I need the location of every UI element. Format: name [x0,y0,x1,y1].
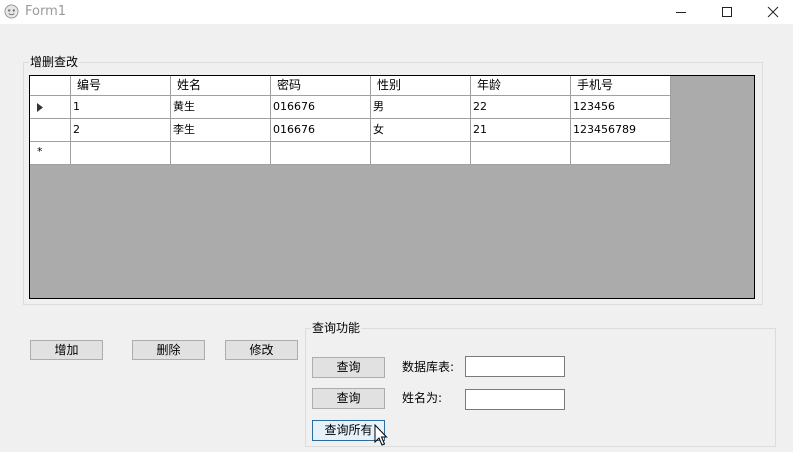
row-header-new[interactable]: * [30,142,71,165]
grid-cell-new[interactable] [271,142,371,165]
grid-cell[interactable]: 女 [371,119,471,142]
crud-group-legend: 增删查改 [29,55,80,69]
grid-cell-new[interactable] [71,142,171,165]
query-group-legend: 查询功能 [311,321,362,335]
minimize-button[interactable] [658,0,704,24]
grid-cell[interactable]: 男 [371,96,471,119]
grid-cell[interactable]: 李生 [171,119,271,142]
name-label: 姓名为: [402,391,443,405]
grid-cell[interactable]: 1 [71,96,171,119]
grid-cell[interactable]: 016676 [271,119,371,142]
grid-cell-new[interactable] [171,142,271,165]
grid-column-header[interactable]: 性别 [371,76,471,96]
delete-button[interactable]: 删除 [132,340,205,360]
grid-column-header[interactable]: 姓名 [171,76,271,96]
grid-column-header[interactable]: 手机号 [571,76,671,96]
add-button[interactable]: 增加 [30,340,103,360]
grid-cell[interactable]: 黄生 [171,96,271,119]
row-header[interactable] [30,119,71,142]
grid-cell[interactable]: 123456 [571,96,671,119]
window-title: Form1 [25,4,67,19]
grid-cell-new[interactable] [571,142,671,165]
close-icon [767,6,779,18]
table-label: 数据库表: [402,360,455,374]
query-by-name-button[interactable]: 查询 [312,388,385,409]
current-row-arrow-icon [37,103,43,112]
grid-cell[interactable]: 016676 [271,96,371,119]
table-input[interactable] [465,356,565,377]
mouse-pointer-icon [374,424,388,446]
grid-cell[interactable]: 123456789 [571,119,671,142]
name-input[interactable] [465,389,565,410]
minimize-icon [676,12,686,13]
app-icon [4,4,19,19]
maximize-button[interactable] [704,0,750,24]
row-header-current[interactable] [30,96,71,119]
grid-corner-header[interactable] [30,76,71,96]
new-row-marker: * [37,145,43,158]
maximize-icon [722,7,732,17]
grid-column-header[interactable]: 年龄 [471,76,571,96]
grid-column-header[interactable]: 编号 [71,76,171,96]
grid-cell[interactable]: 21 [471,119,571,142]
data-grid[interactable]: 编号 姓名 密码 性别 年龄 手机号 1 黄生 016676 男 22 1234… [29,75,755,299]
grid-cell[interactable]: 2 [71,119,171,142]
modify-button[interactable]: 修改 [225,340,298,360]
grid-column-header[interactable]: 密码 [271,76,371,96]
grid-cell-new[interactable] [371,142,471,165]
title-bar[interactable]: Form1 [0,0,793,24]
grid-cell-new[interactable] [471,142,571,165]
close-button[interactable] [750,0,793,24]
grid-cell[interactable]: 22 [471,96,571,119]
query-by-table-button[interactable]: 查询 [312,357,385,378]
